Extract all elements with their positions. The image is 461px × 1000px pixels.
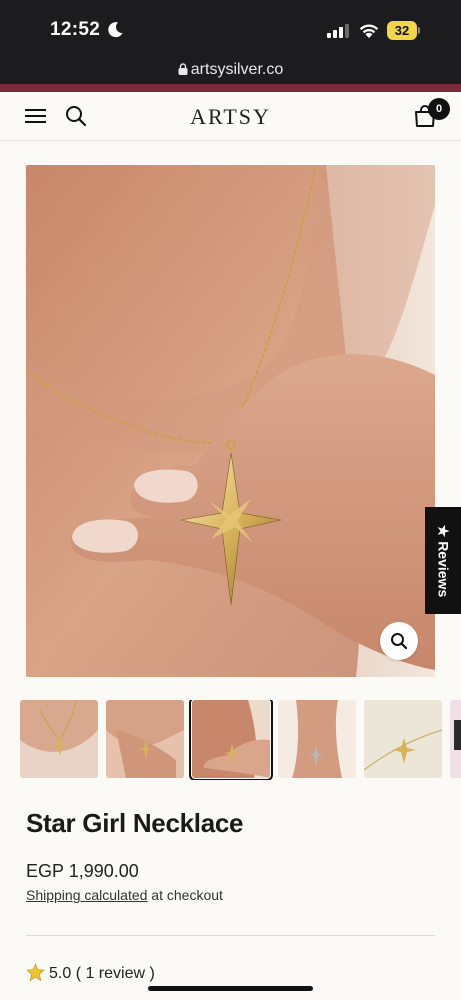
cart-count-badge: 0 — [428, 98, 450, 120]
url-text: artsysilver.co — [190, 61, 284, 78]
rating-text: 5.0 ( 1 review ) — [49, 965, 155, 982]
accent-strip — [0, 84, 461, 92]
thumbnail[interactable] — [364, 700, 442, 778]
thumbnail[interactable] — [20, 700, 98, 778]
reviews-side-tab[interactable]: ★ Reviews — [425, 507, 461, 614]
thumbnail[interactable] — [450, 700, 461, 778]
rating-summary[interactable]: 5.0 ( 1 review ) — [26, 963, 155, 983]
moon-icon — [108, 22, 123, 38]
product-main-image[interactable] — [26, 165, 435, 677]
status-time: 12:52 — [50, 19, 101, 40]
url-display[interactable]: artsysilver.co — [0, 61, 461, 79]
browser-url-bar[interactable]: artsysilver.co — [0, 58, 461, 84]
product-title: Star Girl Necklace — [26, 808, 244, 838]
thumbnail-strip[interactable] — [0, 700, 461, 780]
status-bar: 12:52 32 — [0, 0, 461, 58]
zoom-button[interactable] — [380, 622, 418, 660]
product-price: EGP 1,990.00 — [26, 861, 139, 881]
battery-indicator: 32 — [387, 21, 420, 40]
lock-icon — [178, 63, 188, 75]
shipping-info: Shipping calculated at checkout — [26, 887, 223, 903]
battery-level: 32 — [387, 21, 417, 40]
home-indicator[interactable] — [148, 986, 313, 991]
wifi-icon — [359, 24, 379, 38]
star-icon — [26, 963, 45, 982]
divider — [26, 935, 435, 936]
cellular-signal-icon — [327, 24, 349, 38]
thumbnail-selected[interactable] — [189, 700, 273, 780]
magnifier-icon — [391, 633, 408, 650]
store-logo[interactable]: ARTSY — [0, 104, 461, 130]
battery-cap — [418, 27, 420, 34]
thumbnail[interactable] — [106, 700, 184, 778]
reviews-tab-label: ★ Reviews — [435, 524, 452, 597]
shipping-calculated-link[interactable]: Shipping calculated — [26, 887, 147, 903]
shipping-suffix: at checkout — [147, 887, 223, 903]
store-header: ARTSY 0 — [0, 92, 461, 141]
thumbnail[interactable] — [278, 700, 356, 778]
